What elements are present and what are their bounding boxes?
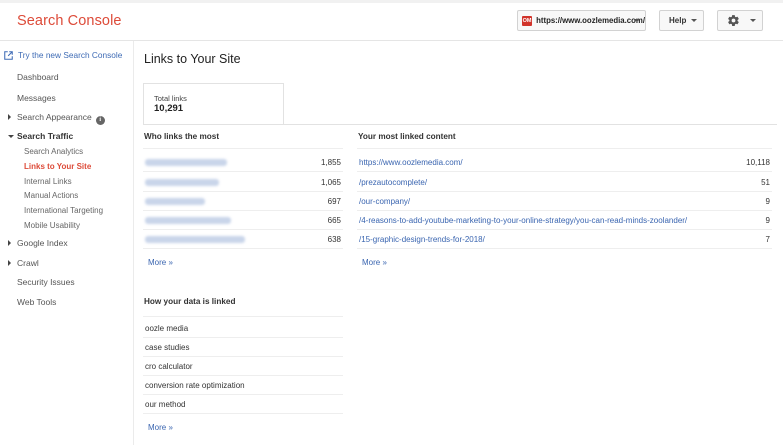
sidebar-subitem-mobile-usability[interactable]: Mobile Usability [24, 221, 80, 230]
anchor-text: oozle media [145, 324, 189, 333]
total-links-value: 10,291 [154, 103, 184, 114]
anchor-text: conversion rate optimization [145, 381, 245, 390]
content-url-link[interactable]: https://www.oozlemedia.com/ [359, 158, 463, 167]
link-count: 7 [765, 235, 770, 244]
how-linked-title: How your data is linked [144, 297, 236, 306]
content-url-link[interactable]: /4-reasons-to-add-youtube-marketing-to-y… [359, 216, 687, 225]
link-count: 638 [327, 235, 341, 244]
table-row[interactable]: 638 [143, 230, 343, 249]
table-row[interactable]: our method [143, 395, 343, 414]
table-row[interactable]: oozle media [143, 319, 343, 338]
who-links-more-link[interactable]: More » [148, 258, 173, 267]
chevron-down-icon [750, 19, 756, 22]
link-count: 51 [761, 178, 770, 187]
section-divider [143, 124, 777, 125]
sidebar-subitem-links-to-your-site[interactable]: Links to Your Site [24, 162, 91, 171]
link-count: 10,118 [746, 158, 770, 167]
table-row[interactable]: /prezautocomplete/ 51 [357, 173, 772, 192]
external-link-icon [4, 50, 13, 60]
anchor-text: case studies [145, 343, 190, 352]
sidebar-subitem-search-analytics[interactable]: Search Analytics [24, 147, 83, 156]
redacted-domain [145, 198, 205, 205]
sidebar-item-crawl[interactable]: Crawl [17, 258, 39, 268]
table-row[interactable]: https://www.oozlemedia.com/ 10,118 [357, 153, 772, 172]
table-row[interactable]: /4-reasons-to-add-youtube-marketing-to-y… [357, 211, 772, 230]
sidebar-item-search-traffic[interactable]: Search Traffic [17, 131, 73, 141]
sidebar-item-search-appearance[interactable]: Search Appearance i [17, 112, 105, 125]
redacted-domain [145, 159, 227, 166]
total-links-card: Total links 10,291 [143, 83, 284, 125]
collapse-arrow-icon[interactable] [8, 135, 14, 138]
link-count: 1,065 [320, 178, 341, 187]
help-label: Help [669, 16, 687, 25]
content-url-link[interactable]: /our-company/ [359, 197, 410, 206]
chevron-down-icon [634, 19, 640, 22]
anchor-text: our method [145, 400, 186, 409]
chevron-down-icon [691, 19, 697, 22]
site-favicon-icon: OM [522, 15, 533, 26]
help-button[interactable]: Help [659, 10, 704, 31]
table-row[interactable]: 697 [143, 192, 343, 211]
top-bar: Search Console OM https://www.oozlemedia… [0, 0, 783, 41]
link-count: 9 [765, 197, 770, 206]
sidebar-subitem-internal-links[interactable]: Internal Links [24, 177, 72, 186]
table-divider [357, 148, 772, 149]
redacted-domain [145, 236, 245, 243]
sidebar-item-dashboard[interactable]: Dashboard [17, 72, 59, 82]
link-count: 697 [327, 197, 341, 206]
sidebar-item-web-tools[interactable]: Web Tools [17, 297, 56, 307]
try-new-console-label: Try the new Search Console [18, 50, 123, 60]
link-count: 9 [765, 216, 770, 225]
top-edge [0, 0, 783, 3]
content-url-link[interactable]: /15-graphic-design-trends-for-2018/ [359, 235, 485, 244]
page-title: Links to Your Site [144, 52, 241, 66]
table-divider [143, 148, 343, 149]
gear-icon [728, 15, 739, 26]
table-row[interactable]: case studies [143, 338, 343, 357]
sidebar: Try the new Search Console Dashboard Mes… [0, 41, 133, 445]
most-linked-title: Your most linked content [358, 132, 456, 141]
expand-arrow-icon[interactable] [8, 114, 11, 120]
table-row[interactable]: 1,065 [143, 173, 343, 192]
sidebar-item-messages[interactable]: Messages [17, 93, 56, 103]
info-icon[interactable]: i [95, 115, 105, 125]
table-row[interactable]: conversion rate optimization [143, 376, 343, 395]
sidebar-item-label: Search Appearance [17, 112, 92, 122]
app-title[interactable]: Search Console [17, 13, 122, 29]
redacted-domain [145, 179, 219, 186]
property-url: https://www.oozlemedia.com/ [536, 16, 645, 25]
expand-arrow-icon[interactable] [8, 260, 11, 266]
table-divider [143, 316, 343, 317]
table-row[interactable]: /our-company/ 9 [357, 192, 772, 211]
how-linked-more-link[interactable]: More » [148, 423, 173, 432]
sidebar-subitem-manual-actions[interactable]: Manual Actions [24, 191, 78, 200]
sidebar-divider [133, 41, 134, 445]
who-links-title: Who links the most [144, 132, 220, 141]
expand-arrow-icon[interactable] [8, 240, 11, 246]
link-count: 1,855 [320, 158, 341, 167]
table-row[interactable]: 665 [143, 211, 343, 230]
redacted-domain [145, 217, 231, 224]
total-links-label: Total links [154, 94, 187, 103]
content-url-link[interactable]: /prezautocomplete/ [359, 178, 427, 187]
sidebar-item-security-issues[interactable]: Security Issues [17, 277, 75, 287]
table-row[interactable]: cro calculator [143, 357, 343, 376]
table-row[interactable]: 1,855 [143, 153, 343, 172]
anchor-text: cro calculator [145, 362, 193, 371]
property-selector[interactable]: OM https://www.oozlemedia.com/ [517, 10, 646, 31]
table-row[interactable]: /15-graphic-design-trends-for-2018/ 7 [357, 230, 772, 249]
sidebar-subitem-international-targeting[interactable]: International Targeting [24, 206, 103, 215]
link-count: 665 [327, 216, 341, 225]
most-linked-more-link[interactable]: More » [362, 258, 387, 267]
sidebar-item-google-index[interactable]: Google Index [17, 238, 68, 248]
try-new-console-link[interactable]: Try the new Search Console [4, 50, 122, 60]
settings-button[interactable] [717, 10, 763, 31]
